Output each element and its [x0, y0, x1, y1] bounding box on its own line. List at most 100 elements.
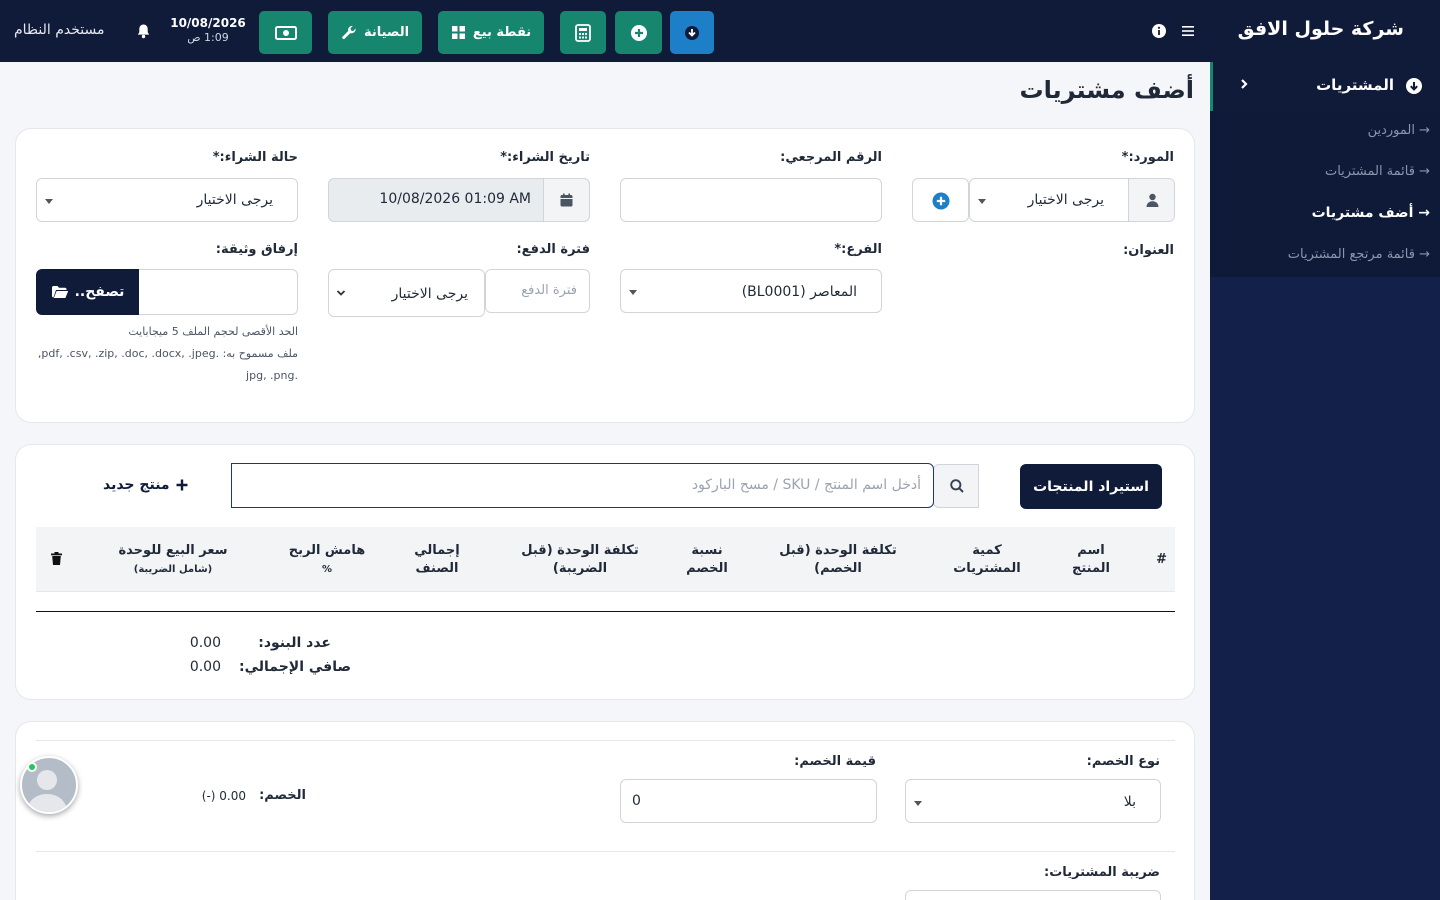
col-product-name: اسم المنتج [1071, 543, 1111, 576]
net-total-label: صافي الإجمالي: [239, 659, 351, 675]
current-date: 10/08/2026 [170, 16, 246, 30]
pos-label: نقطة بيع [472, 25, 532, 40]
search-icon [950, 479, 964, 493]
sidebar-section-label: المشتريات [1316, 76, 1394, 94]
discount-type-select[interactable]: بلا [905, 779, 1161, 823]
col-unit-cost-before-tax: تكلفة الوحدة (قبل الضريبة) [521, 543, 639, 576]
col-index: # [1156, 552, 1167, 567]
sidebar-item-purchase-returns[interactable]: → قائمة مرتجع المشتريات [1288, 247, 1430, 262]
money-icon [274, 25, 297, 40]
product-search-placeholder: أدخل اسم المنتج / SKU / مسح الباركود [691, 477, 921, 493]
current-time: 1:09 ص [187, 31, 229, 44]
product-search-button[interactable] [933, 464, 979, 508]
date-time: 10/08/2026 1:09 ص [170, 16, 246, 44]
items-count-label: عدد البنود: [258, 635, 331, 651]
sidebar-section-purchases[interactable]: المشتريات [1210, 62, 1440, 111]
sidebar-submenu: → الموردين → قائمة المشتريات → أضف مشتري… [1210, 111, 1440, 277]
col-quantity: كمية المشتريات [953, 543, 1021, 576]
brand-name: شركة حلول الافق [1237, 18, 1404, 40]
discount-top-divider [36, 740, 1175, 741]
sidebar-item-suppliers[interactable]: → الموردين [1368, 123, 1430, 138]
plus-icon [176, 479, 188, 491]
col-unit-cost-before-discount: تكلفة الوحدة (قبل الخصم) [779, 543, 897, 576]
col-profit-margin: هامش الربح % [288, 542, 366, 579]
add-button[interactable] [615, 11, 662, 54]
bell-icon[interactable] [135, 23, 151, 39]
caret-down-icon [629, 290, 637, 295]
wrench-icon [342, 25, 356, 39]
calculator-icon [575, 23, 591, 42]
purchase-date-value: 10/08/2026 01:09 AM [379, 191, 531, 207]
sidebar-item-add-purchase[interactable]: → أضف مشتريات [1312, 205, 1430, 221]
purchase-tax-label: ضريبة المشتريات: [1044, 865, 1160, 880]
calendar-icon [560, 193, 573, 207]
branch-select[interactable]: المعاصر (BL0001) [620, 269, 882, 313]
browse-button[interactable]: تصفح.. [36, 269, 139, 315]
trash-icon [51, 552, 62, 565]
pay-term-input[interactable]: فترة الدفع [485, 269, 590, 313]
cash-button[interactable] [259, 11, 312, 54]
online-status-dot [27, 762, 37, 772]
sidebar: المشتريات → الموردين → قائمة المشتريات →… [1210, 62, 1440, 900]
purchase-status-select[interactable]: يرجى الاختيار [36, 178, 298, 222]
download-button[interactable] [670, 11, 714, 54]
new-product-button[interactable]: منتج جديد [103, 477, 188, 493]
chevron-right-icon [1239, 78, 1249, 94]
purchase-status-value: يرجى الاختيار [196, 192, 273, 208]
attach-file-input[interactable] [138, 269, 298, 315]
pay-term-value: يرجى الاختيار [391, 286, 468, 302]
purchase-status-label: حالة الشراء:* [212, 150, 298, 165]
page-title: أضف مشتريات [1019, 76, 1194, 104]
browse-label: تصفح.. [74, 284, 125, 300]
caret-down-icon [914, 801, 922, 806]
plus-circle-icon [630, 24, 647, 41]
purchase-tax-select[interactable] [905, 890, 1161, 900]
discount-total-label: الخصم: [259, 788, 306, 803]
ref-label: الرقم المرجعي: [780, 150, 882, 165]
date-addon [543, 179, 589, 221]
maintenance-button[interactable]: الصيانة [328, 11, 422, 54]
address-label: العنوان: [1123, 243, 1174, 258]
attach-note-size: الحد الأقصى لحجم الملف 5 ميجابايت [128, 325, 298, 338]
purchase-date-input[interactable]: 10/08/2026 01:09 AM [328, 178, 590, 222]
col-profit-margin-label: هامش الربح [288, 543, 366, 558]
items-count-value: 0.00 [189, 635, 221, 651]
add-supplier-button[interactable] [912, 178, 969, 222]
calculator-button[interactable] [560, 11, 606, 54]
pay-term-select[interactable]: يرجى الاختيار [328, 269, 485, 317]
product-search-input[interactable]: أدخل اسم المنتج / SKU / مسح الباركود [231, 463, 934, 508]
user-icon [1146, 193, 1159, 207]
top-bar: شركة حلول الافق نقطة بيع الصيانة 10/08/2… [0, 0, 1440, 62]
products-card: استيراد المنتجات أدخل اسم المنتج / SKU /… [15, 444, 1195, 700]
supplier-select[interactable]: يرجى الاختيار [969, 178, 1175, 222]
branch-label: الفرع:* [834, 242, 882, 257]
col-line-total: إجمالي الصنف [414, 543, 460, 576]
net-total-value: 0.00 [189, 659, 221, 675]
folder-open-icon [51, 286, 68, 298]
user-name[interactable]: مستخدم النظام [14, 22, 105, 38]
products-table-header: # اسم المنتج كمية المشتريات تكلفة الوحدة… [36, 527, 1175, 592]
pay-term-placeholder: فترة الدفع [521, 283, 577, 298]
chevron-down-icon [336, 290, 346, 296]
discount-amount-input[interactable]: 0 [620, 779, 877, 823]
discount-type-label: نوع الخصم: [1086, 754, 1160, 769]
attach-notes: الحد الأقصى لحجم الملف 5 ميجابايت ملف مس… [36, 321, 298, 387]
menu-icon[interactable] [1180, 23, 1196, 39]
import-products-button[interactable]: استيراد المنتجات [1020, 464, 1162, 509]
col-profit-margin-unit: % [321, 564, 333, 575]
supplier-value: يرجى الاختيار [1027, 192, 1104, 208]
info-icon[interactable] [1151, 23, 1167, 39]
discount-amount-value: 0 [632, 793, 641, 809]
col-selling-price-note: (شامل الضريبة) [133, 564, 213, 575]
sidebar-item-purchases-list[interactable]: → قائمة المشتريات [1325, 164, 1430, 179]
caret-down-icon [45, 199, 53, 204]
discount-total-value: (-) 0.00 [201, 789, 246, 803]
ref-input[interactable] [620, 178, 882, 222]
purchase-date-label: تاريخ الشراء:* [500, 150, 590, 165]
pos-button[interactable]: نقطة بيع [438, 11, 544, 54]
arrow-down-circle-icon [1405, 77, 1423, 99]
col-discount-percent: نسبة الخصم [686, 543, 728, 576]
caret-down-icon [978, 199, 986, 204]
discount-type-value: بلا [1123, 794, 1136, 810]
download-circle-icon [685, 25, 699, 40]
